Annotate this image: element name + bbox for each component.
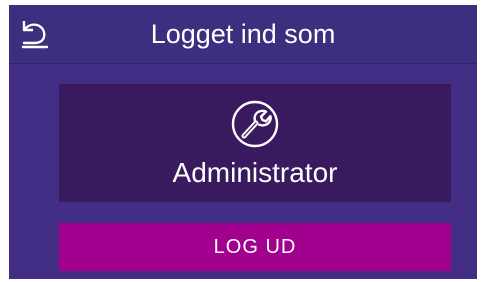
user-role-label: Administrator <box>172 157 338 188</box>
back-button[interactable] <box>17 17 53 51</box>
logout-button[interactable]: LOG UD <box>59 223 451 271</box>
screen: Logget ind som Administrator LOG UD <box>9 5 477 279</box>
user-role-card: Administrator <box>59 84 451 202</box>
back-arrow-icon <box>21 21 49 49</box>
wrench-icon <box>231 100 279 148</box>
header-bar: Logget ind som <box>9 5 477 63</box>
header-divider <box>9 63 477 64</box>
page-title: Logget ind som <box>150 19 336 49</box>
